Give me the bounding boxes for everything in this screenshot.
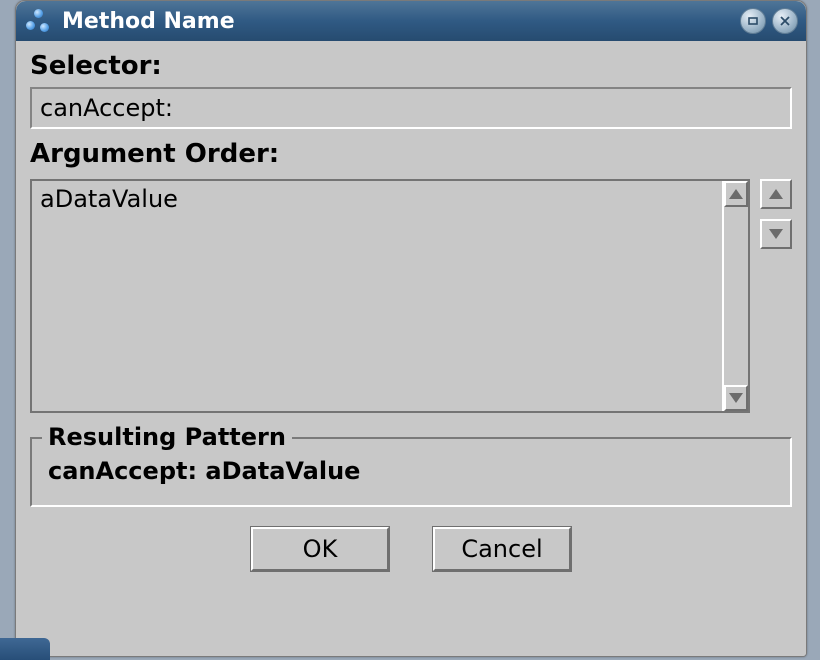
app-icon — [26, 9, 50, 33]
move-down-button[interactable] — [760, 219, 792, 249]
titlebar[interactable]: Method Name — [16, 1, 806, 41]
triangle-down-icon — [769, 229, 783, 239]
resulting-pattern-legend: Resulting Pattern — [42, 423, 292, 451]
triangle-up-icon — [769, 189, 783, 199]
argument-order-label: Argument Order: — [30, 139, 792, 169]
minimize-button[interactable] — [740, 8, 766, 34]
scroll-down-button[interactable] — [724, 385, 748, 411]
argument-list[interactable]: aDataValue — [30, 179, 750, 413]
method-name-dialog: Method Name Selector: Argument Order: aD… — [15, 0, 807, 657]
move-up-button[interactable] — [760, 179, 792, 209]
triangle-down-icon — [729, 393, 743, 403]
resulting-pattern-value: canAccept: aDataValue — [48, 457, 774, 485]
scrollbar[interactable] — [722, 181, 748, 411]
selector-label: Selector: — [30, 51, 792, 81]
close-icon — [778, 14, 792, 28]
selector-input[interactable] — [38, 93, 788, 123]
window-title: Method Name — [62, 9, 235, 34]
triangle-up-icon — [729, 189, 743, 199]
cancel-button[interactable]: Cancel — [433, 527, 571, 571]
selector-input-wrap — [30, 87, 792, 129]
client-area: Selector: Argument Order: aDataValue — [16, 41, 806, 656]
minimize-icon — [746, 14, 760, 28]
resulting-pattern-group: Resulting Pattern canAccept: aDataValue — [30, 437, 792, 507]
taskbar-fragment — [0, 638, 50, 660]
ok-button[interactable]: OK — [251, 527, 389, 571]
scroll-up-button[interactable] — [724, 181, 748, 207]
close-button[interactable] — [772, 8, 798, 34]
scroll-track[interactable] — [724, 207, 748, 385]
list-item[interactable]: aDataValue — [40, 185, 714, 213]
